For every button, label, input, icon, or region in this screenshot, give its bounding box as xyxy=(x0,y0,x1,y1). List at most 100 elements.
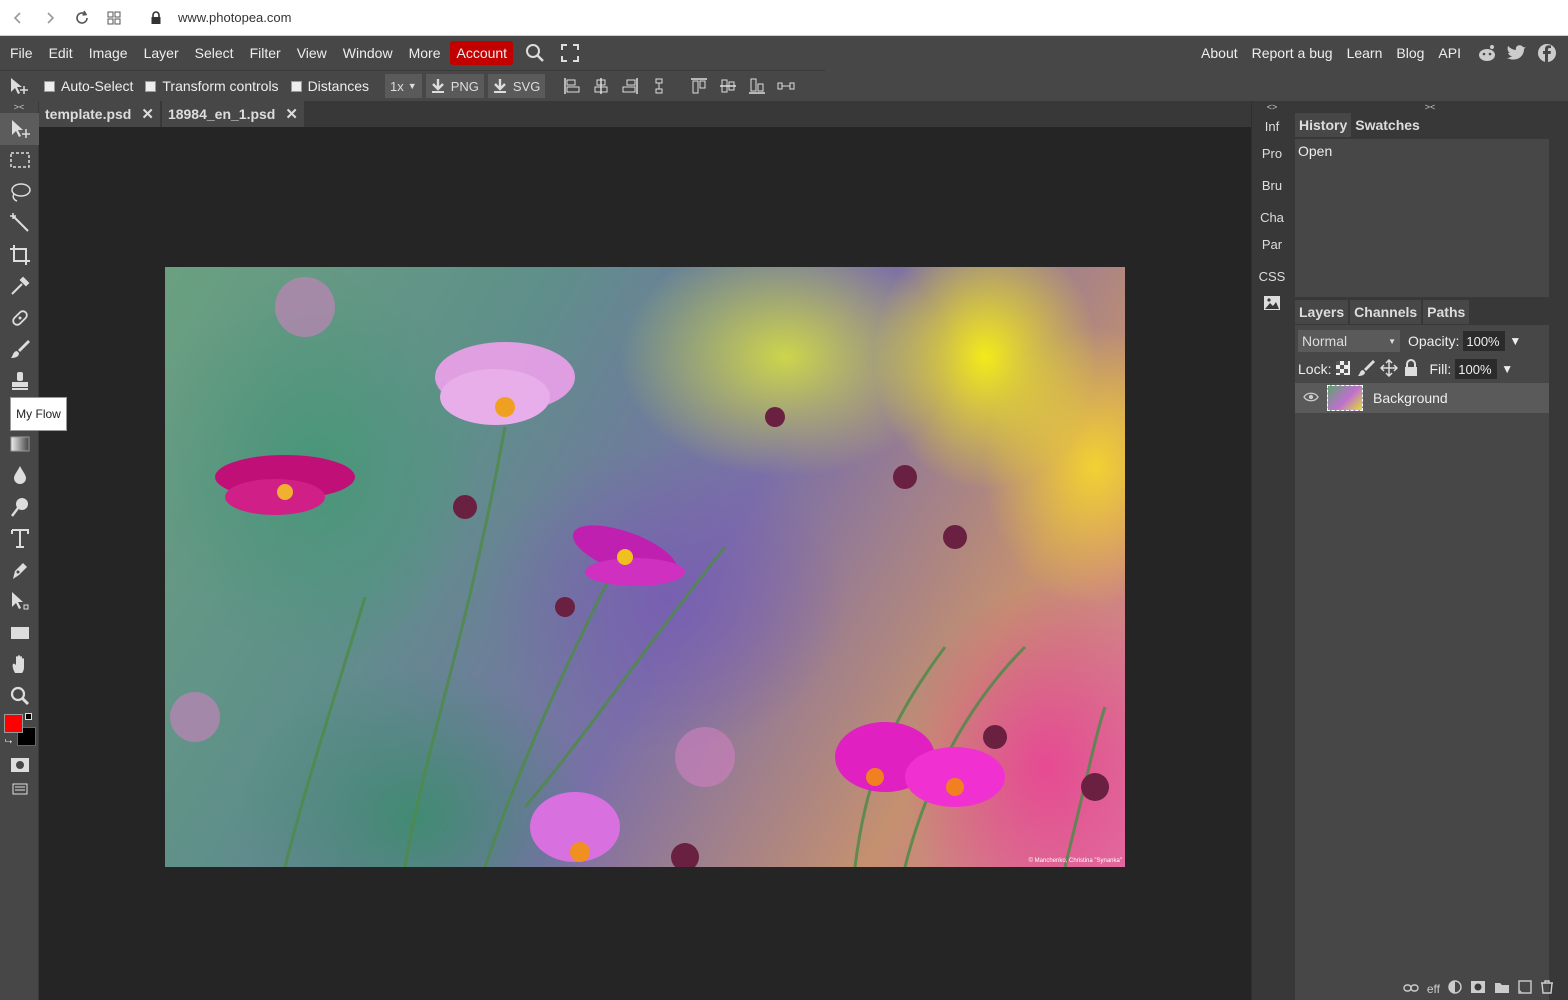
align-right-icon[interactable] xyxy=(617,74,643,98)
align-middle-icon[interactable] xyxy=(715,74,741,98)
collapse-toolbar-icon[interactable]: >< xyxy=(0,101,38,113)
color-swatches[interactable]: ⮡ xyxy=(0,712,39,752)
lock-transparency-icon[interactable] xyxy=(1335,360,1351,379)
move-tool[interactable] xyxy=(0,113,39,145)
pen-tool[interactable] xyxy=(0,554,39,586)
new-group-icon[interactable] xyxy=(1494,980,1510,997)
hand-tool[interactable] xyxy=(0,649,39,681)
new-layer-icon[interactable] xyxy=(1518,980,1532,997)
properties-panel-button[interactable]: Pro xyxy=(1252,140,1292,167)
report-bug-link[interactable]: Report a bug xyxy=(1245,41,1340,65)
brush-tool[interactable] xyxy=(0,334,39,366)
menu-select[interactable]: Select xyxy=(187,41,242,65)
shape-tool[interactable] xyxy=(0,617,39,649)
auto-select-checkbox[interactable]: Auto-Select xyxy=(44,78,133,94)
fill-input[interactable]: 100% xyxy=(1455,359,1498,379)
add-mask-icon[interactable] xyxy=(1470,980,1486,997)
tab-template[interactable]: template.psd ✕ xyxy=(39,101,160,127)
delete-layer-icon[interactable] xyxy=(1540,980,1554,997)
document-canvas[interactable]: © Manchenko, Christina "Synanka" xyxy=(165,267,1125,867)
account-button[interactable]: Account xyxy=(450,41,514,65)
canvas-workspace[interactable]: © Manchenko, Christina "Synanka" xyxy=(39,127,1251,1000)
facebook-icon[interactable] xyxy=(1536,42,1558,64)
fill-slider-icon[interactable]: ▼ xyxy=(1501,362,1513,376)
eye-icon[interactable] xyxy=(1303,391,1319,406)
screen-mode-tool[interactable] xyxy=(0,778,39,800)
lasso-tool[interactable] xyxy=(0,176,39,208)
menu-file[interactable]: File xyxy=(2,41,41,65)
quick-mask-tool[interactable] xyxy=(0,752,39,778)
apps-icon[interactable] xyxy=(104,8,124,28)
menu-image[interactable]: Image xyxy=(81,41,136,65)
effects-button[interactable]: eff xyxy=(1427,982,1440,996)
paragraph-panel-button[interactable]: Par xyxy=(1252,231,1292,258)
scale-dropdown[interactable]: 1x ▼ xyxy=(385,74,422,98)
search-icon[interactable] xyxy=(517,41,553,65)
forward-icon[interactable] xyxy=(40,8,60,28)
crop-tool[interactable] xyxy=(0,239,39,271)
export-svg-button[interactable]: SVG xyxy=(487,74,546,98)
distribute-horizontal-icon[interactable] xyxy=(773,74,799,98)
learn-link[interactable]: Learn xyxy=(1340,41,1390,65)
layer-row[interactable]: Background xyxy=(1295,383,1549,413)
align-left-icon[interactable] xyxy=(559,74,585,98)
default-colors-icon[interactable]: ⮡ xyxy=(5,736,12,747)
brushes-panel-button[interactable]: Bru xyxy=(1252,172,1292,199)
fullscreen-icon[interactable] xyxy=(553,41,587,65)
menu-more[interactable]: More xyxy=(401,41,449,65)
foreground-color-swatch[interactable] xyxy=(4,713,23,733)
tab-paths[interactable]: Paths xyxy=(1423,300,1470,324)
tab-18984[interactable]: 18984_en_1.psd ✕ xyxy=(161,101,304,127)
eyedropper-tool[interactable] xyxy=(0,271,39,303)
address-bar[interactable]: www.photopea.com xyxy=(150,10,291,25)
close-icon[interactable]: ✕ xyxy=(285,105,298,123)
align-bottom-icon[interactable] xyxy=(744,74,770,98)
gradient-tool[interactable] xyxy=(0,428,39,460)
about-link[interactable]: About xyxy=(1194,41,1245,65)
distribute-vertical-icon[interactable] xyxy=(646,74,672,98)
path-select-tool[interactable] xyxy=(0,586,39,618)
reload-icon[interactable] xyxy=(72,8,92,28)
transform-controls-checkbox[interactable]: Transform controls xyxy=(145,78,279,94)
blog-link[interactable]: Blog xyxy=(1389,41,1431,65)
dodge-tool[interactable] xyxy=(0,491,39,523)
align-top-icon[interactable] xyxy=(686,74,712,98)
panel-scrollbar[interactable] xyxy=(1549,113,1568,1000)
lock-all-icon[interactable] xyxy=(1403,358,1419,380)
close-icon[interactable]: ✕ xyxy=(141,105,154,123)
tab-swatches[interactable]: Swatches xyxy=(1351,113,1424,137)
link-icon[interactable] xyxy=(1403,982,1419,996)
image-panel-button[interactable] xyxy=(1252,290,1292,317)
clone-stamp-tool[interactable] xyxy=(0,365,39,397)
opacity-slider-icon[interactable]: ▼ xyxy=(1509,334,1521,348)
type-tool[interactable] xyxy=(0,523,39,555)
menu-filter[interactable]: Filter xyxy=(242,41,289,65)
zoom-tool[interactable] xyxy=(0,680,39,712)
opacity-input[interactable]: 100% xyxy=(1463,331,1506,351)
swap-colors-icon[interactable] xyxy=(25,712,32,720)
tab-channels[interactable]: Channels xyxy=(1350,300,1422,324)
marquee-tool[interactable] xyxy=(0,145,39,177)
collapse-panels-icon[interactable]: >< xyxy=(1292,101,1568,113)
menu-window[interactable]: Window xyxy=(335,41,401,65)
menu-layer[interactable]: Layer xyxy=(136,41,187,65)
blend-mode-select[interactable]: Normal ▼ xyxy=(1298,330,1400,352)
expand-panel-icon[interactable]: <> xyxy=(1252,101,1292,113)
healing-brush-tool[interactable] xyxy=(0,302,39,334)
distances-checkbox[interactable]: Distances xyxy=(290,78,369,94)
character-panel-button[interactable]: Cha xyxy=(1252,204,1292,231)
info-panel-button[interactable]: Inf xyxy=(1252,113,1292,140)
back-icon[interactable] xyxy=(8,8,28,28)
adjustment-icon[interactable] xyxy=(1448,980,1462,997)
twitter-icon[interactable] xyxy=(1506,42,1528,64)
lock-position-icon[interactable] xyxy=(1380,358,1399,380)
tab-history[interactable]: History xyxy=(1295,113,1352,137)
magic-wand-tool[interactable] xyxy=(0,208,39,240)
menu-view[interactable]: View xyxy=(289,41,335,65)
export-png-button[interactable]: PNG xyxy=(425,74,484,98)
history-entry[interactable]: Open xyxy=(1295,139,1549,163)
blur-tool[interactable] xyxy=(0,460,39,492)
css-panel-button[interactable]: CSS xyxy=(1252,263,1292,290)
lock-pixels-icon[interactable] xyxy=(1357,359,1376,380)
align-center-icon[interactable] xyxy=(588,74,614,98)
